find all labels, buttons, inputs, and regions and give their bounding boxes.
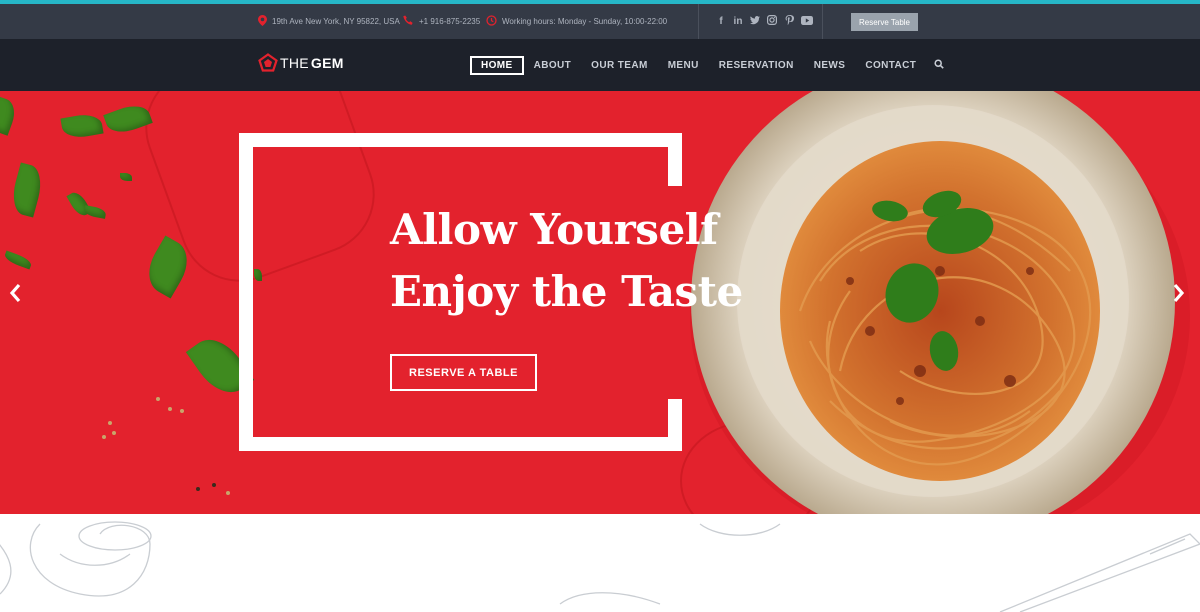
reserve-a-table-button[interactable]: RESERVE A TABLE	[390, 354, 537, 391]
peppercorn	[180, 409, 184, 413]
facebook-icon[interactable]: f	[716, 16, 726, 27]
search-icon[interactable]	[926, 56, 952, 75]
basil-leaf	[0, 96, 20, 136]
reserve-table-button[interactable]: Reserve Table	[851, 13, 918, 31]
phone-icon	[403, 15, 414, 29]
nav-item-our-team[interactable]: OUR TEAM	[581, 57, 658, 74]
basil-leaf	[60, 111, 104, 141]
peppercorn	[168, 407, 172, 411]
location-pin-icon	[258, 14, 267, 29]
top-info-bar: 19th Ave New York, NY 95822, USA +1 916-…	[0, 4, 1200, 39]
slider-prev-arrow-icon[interactable]	[8, 281, 22, 309]
nav-item-home[interactable]: HOME	[470, 55, 524, 75]
basil-leaf	[3, 250, 33, 270]
nav-item-contact[interactable]: CONTACT	[855, 57, 926, 74]
main-menu: HOME ABOUT OUR TEAM MENU RESERVATION NEW…	[470, 39, 952, 91]
basil-leaf	[7, 162, 47, 218]
below-hero-section	[0, 514, 1200, 612]
peppercorn	[112, 431, 116, 435]
nav-item-reservation[interactable]: RESERVATION	[709, 57, 804, 74]
logo-gem-icon	[258, 53, 278, 72]
phone-info: +1 916-875-2235	[403, 4, 480, 39]
hero-title: Allow Yourself Enjoy the Taste	[390, 199, 743, 323]
phone-text[interactable]: +1 916-875-2235	[419, 17, 480, 26]
peppercorn	[102, 435, 106, 439]
linkedin-icon[interactable]: in	[733, 16, 743, 27]
clock-icon	[486, 14, 497, 29]
logo-text-part1: THE	[280, 55, 309, 71]
site-logo[interactable]: THE GEM	[258, 53, 344, 73]
hours-info: Working hours: Monday - Sunday, 10:00-22…	[486, 4, 667, 39]
social-links: f in	[716, 4, 813, 39]
nav-item-menu[interactable]: MENU	[658, 57, 709, 74]
peppercorn	[212, 483, 216, 487]
peppercorn	[108, 421, 112, 425]
address-info: 19th Ave New York, NY 95822, USA	[258, 4, 400, 39]
basil-leaf	[83, 205, 107, 219]
hero-title-line1: Allow Yourself	[390, 205, 718, 254]
peppercorn	[196, 487, 200, 491]
instagram-icon[interactable]	[767, 15, 778, 28]
peppercorn	[226, 491, 230, 495]
logo-text-part2: GEM	[310, 55, 344, 71]
decorative-food-sketch	[0, 521, 1200, 612]
address-text: 19th Ave New York, NY 95822, USA	[272, 17, 400, 26]
hours-text: Working hours: Monday - Sunday, 10:00-22…	[502, 17, 668, 26]
basil-leaf	[120, 173, 132, 181]
slider-next-arrow-icon[interactable]	[1172, 281, 1186, 309]
hero-slider: Allow Yourself Enjoy the Taste RESERVE A…	[0, 91, 1200, 514]
peppercorn	[156, 397, 160, 401]
divider	[698, 4, 699, 39]
hero-title-line2: Enjoy the Taste	[390, 267, 743, 316]
nav-item-about[interactable]: ABOUT	[524, 57, 582, 74]
youtube-icon[interactable]	[801, 15, 813, 28]
pinterest-icon[interactable]	[784, 15, 794, 28]
spaghetti-plate-image	[690, 91, 1200, 514]
twitter-icon[interactable]	[750, 15, 760, 28]
divider	[822, 4, 823, 39]
main-navbar: THE GEM HOME ABOUT OUR TEAM MENU RESERVAT…	[0, 39, 1200, 91]
nav-item-news[interactable]: NEWS	[804, 57, 856, 74]
